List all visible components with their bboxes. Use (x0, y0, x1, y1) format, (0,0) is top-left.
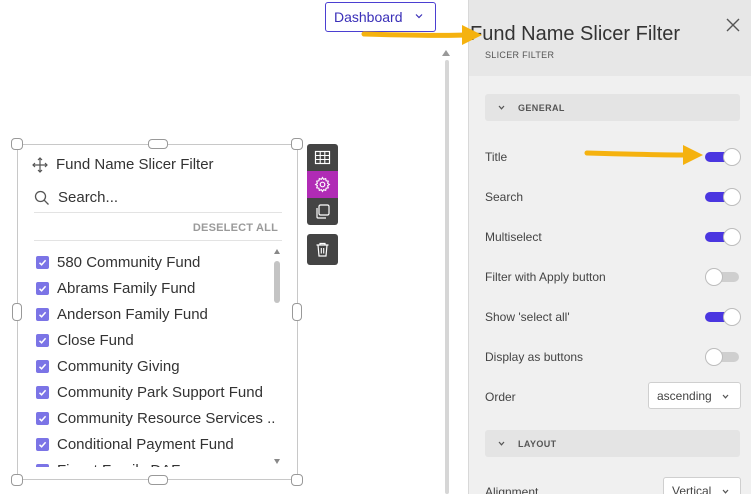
chevron-down-icon (498, 441, 505, 446)
chevron-down-icon (722, 394, 729, 399)
section-general[interactable]: GENERAL (485, 94, 740, 121)
list-item-label: Close Fund (57, 331, 134, 349)
resize-handle-left[interactable] (12, 303, 22, 321)
chevron-down-icon (498, 105, 505, 110)
toggle-multiselect[interactable] (705, 228, 741, 246)
list-item[interactable]: Close Fund (36, 327, 276, 353)
search-input[interactable] (58, 189, 258, 206)
list-item-label: Community Giving (57, 357, 180, 375)
list-item[interactable]: 580 Community Fund (36, 249, 276, 275)
checkbox[interactable] (36, 437, 49, 451)
canvas-scrollbar[interactable] (445, 60, 449, 494)
list-item[interactable]: Community Giving (36, 353, 276, 379)
settings-button[interactable] (307, 171, 338, 198)
widget-toolbar (307, 144, 338, 265)
gear-icon (314, 176, 331, 193)
annotation-arrow-toggle (584, 145, 703, 165)
resize-handle-top[interactable] (148, 139, 168, 149)
list-item-label: Abrams Family Fund (57, 279, 196, 297)
slicer-item-list: 580 Community Fund Abrams Family Fund Ande… (36, 249, 276, 467)
toggle-select-all[interactable] (705, 308, 741, 326)
panel-subtitle: SLICER FILTER (485, 50, 555, 60)
option-select-all-label: Show 'select all' (485, 310, 570, 324)
list-item-label: Conditional Payment Fund (57, 435, 234, 453)
annotation-arrow-title (361, 25, 482, 45)
deselect-all-button[interactable]: DESELECT ALL (193, 222, 278, 234)
slicer-widget[interactable]: Fund Name Slicer Filter DESELECT ALL 580… (17, 144, 298, 480)
alignment-label: Alignment (485, 485, 539, 494)
list-item[interactable]: Conditional Payment Fund (36, 431, 276, 457)
list-item-label: Finest Family DAF (57, 462, 180, 468)
resize-handle-right[interactable] (292, 303, 302, 321)
resize-handle-top-left[interactable] (11, 138, 23, 150)
app-root: Dashboard Fund Name Slicer Filter DESELE… (0, 0, 751, 494)
option-multiselect-label: Multiselect (485, 230, 542, 244)
slicer-title-row: Fund Name Slicer Filter (32, 156, 214, 173)
table-icon (314, 150, 331, 165)
toggle-search[interactable] (705, 188, 741, 206)
list-item-label: 580 Community Fund (57, 253, 201, 271)
order-label: Order (485, 390, 516, 404)
toggle-title[interactable] (705, 148, 741, 166)
alignment-select[interactable]: Vertical (663, 477, 741, 494)
canvas-scroll-up-arrow[interactable] (442, 50, 450, 56)
checkbox[interactable] (36, 385, 49, 399)
option-search-label: Search (485, 190, 524, 204)
list-item[interactable]: Anderson Family Fund (36, 301, 276, 327)
order-value: ascending (657, 388, 712, 403)
resize-handle-top-right[interactable] (291, 138, 303, 150)
close-icon[interactable] (725, 17, 741, 33)
option-display-buttons-label: Display as buttons (485, 350, 584, 364)
order-select[interactable]: ascending (648, 382, 741, 409)
checkbox[interactable] (36, 411, 49, 425)
divider (34, 240, 282, 241)
toggle-display-buttons[interactable] (705, 348, 741, 366)
resize-handle-bottom[interactable] (148, 475, 168, 485)
copy-icon (316, 204, 330, 219)
list-item[interactable]: Abrams Family Fund (36, 275, 276, 301)
move-icon[interactable] (32, 156, 48, 173)
panel-title: Fund Name Slicer Filter (470, 23, 681, 45)
search-icon (34, 190, 49, 205)
section-layout[interactable]: LAYOUT (485, 430, 740, 457)
checkbox[interactable] (36, 359, 49, 373)
option-title-label: Title (485, 150, 508, 164)
delete-button[interactable] (307, 234, 338, 265)
slicer-title: Fund Name Slicer Filter (56, 156, 214, 173)
list-item[interactable]: Community Park Support Fund (36, 379, 276, 405)
resize-handle-bottom-left[interactable] (11, 474, 23, 486)
list-item-label: Community Park Support Fund (57, 383, 263, 401)
table-view-button[interactable] (307, 144, 338, 171)
slicer-search (34, 183, 282, 213)
panel-header: Fund Name Slicer Filter SLICER FILTER (469, 0, 751, 76)
checkbox[interactable] (36, 463, 49, 467)
alignment-value: Vertical (672, 483, 712, 494)
list-scroll-up-arrow[interactable] (274, 249, 280, 254)
trash-icon (316, 242, 329, 257)
toggle-apply-button[interactable] (705, 268, 741, 286)
section-layout-label: LAYOUT (518, 438, 557, 449)
option-apply-button-label: Filter with Apply button (485, 270, 606, 284)
duplicate-button[interactable] (307, 198, 338, 225)
list-item[interactable]: Community Resource Services ... (36, 405, 276, 431)
chevron-down-icon (722, 489, 729, 494)
settings-panel: Fund Name Slicer Filter SLICER FILTER GE… (468, 0, 751, 494)
resize-handle-bottom-right[interactable] (291, 474, 303, 486)
list-item-label: Anderson Family Fund (57, 305, 208, 323)
list-scrollbar[interactable] (274, 261, 280, 303)
list-item-label: Community Resource Services ... (57, 409, 276, 427)
checkbox[interactable] (36, 307, 49, 321)
chevron-down-icon (415, 14, 423, 19)
checkbox[interactable] (36, 333, 49, 347)
list-scroll-down-arrow[interactable] (274, 459, 280, 464)
checkbox[interactable] (36, 281, 49, 295)
section-general-label: GENERAL (518, 102, 565, 113)
list-item[interactable]: Finest Family DAF (36, 457, 276, 467)
checkbox[interactable] (36, 255, 49, 269)
